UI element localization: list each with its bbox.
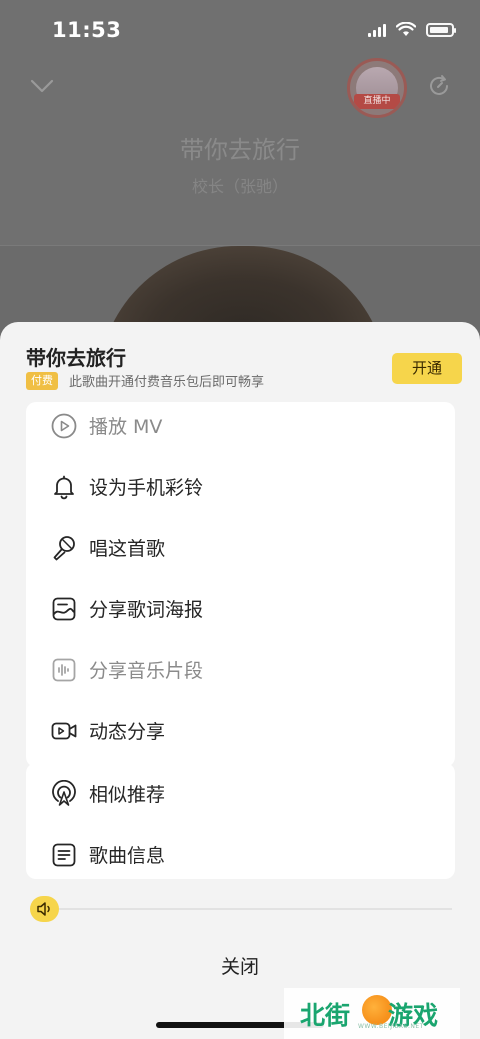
menu-item-similar-recommendations[interactable]: 相似推荐 <box>26 763 455 823</box>
menu-item-label: 动态分享 <box>89 721 166 743</box>
live-avatar[interactable]: 直播中 <box>347 58 407 118</box>
paid-description: 此歌曲开通付费音乐包后即可畅享 <box>69 375 265 390</box>
cellular-signal-icon <box>368 23 386 37</box>
menu-item-song-info[interactable]: 歌曲信息 <box>26 824 455 879</box>
waveform-icon <box>52 658 76 682</box>
live-badge: 直播中 <box>354 94 400 109</box>
menu-item-label: 分享音乐片段 <box>89 660 204 682</box>
watermark-url: WWW.BEIJIEXS.NET <box>358 1023 424 1030</box>
wifi-icon <box>396 22 416 36</box>
speaker-icon <box>37 902 50 916</box>
paid-badge: 付费 <box>26 372 58 390</box>
volume-track[interactable] <box>58 908 452 910</box>
menu-item-label: 分享歌词海报 <box>89 599 204 621</box>
volume-knob[interactable] <box>30 896 59 922</box>
menu-item-label: 唱这首歌 <box>89 538 166 560</box>
bell-icon <box>54 475 74 500</box>
menu-group-primary: 播放 MV 设为手机彩铃 唱这首歌 分享歌词海报 分享音乐片段 动态分享 <box>26 402 455 767</box>
watermark-logo: 北街 游戏 WWW.BEIJIEXS.NET <box>284 988 460 1039</box>
status-icons <box>368 22 456 37</box>
poster-icon <box>52 597 76 621</box>
menu-group-secondary: 相似推荐 歌曲信息 <box>26 763 455 879</box>
menu-item-label: 播放 MV <box>89 416 163 438</box>
refresh-icon[interactable] <box>426 73 452 99</box>
open-subscription-button[interactable]: 开通 <box>392 353 462 384</box>
microphone-icon <box>53 536 75 561</box>
document-lines-icon <box>52 843 76 867</box>
menu-item-share-music-clip[interactable]: 分享音乐片段 <box>26 639 455 699</box>
volume-slider[interactable] <box>30 896 452 922</box>
sheet-song-title: 带你去旅行 <box>26 346 126 370</box>
menu-item-set-ringtone[interactable]: 设为手机彩铃 <box>26 456 455 516</box>
status-time: 11:53 <box>52 18 122 42</box>
player-artist: 校长（张驰） <box>191 177 288 196</box>
play-circle-icon <box>51 413 77 439</box>
video-camera-icon <box>51 722 77 740</box>
player-song-title: 带你去旅行 <box>180 136 300 164</box>
close-button[interactable]: 关闭 <box>0 952 480 979</box>
menu-item-label: 歌曲信息 <box>89 845 166 867</box>
menu-item-label: 相似推荐 <box>89 784 166 806</box>
menu-item-dynamic-share[interactable]: 动态分享 <box>26 700 455 760</box>
status-bar: 11:53 <box>0 0 480 60</box>
battery-icon <box>426 22 456 37</box>
chevron-down-icon[interactable] <box>30 76 54 96</box>
radar-icon <box>52 780 76 806</box>
more-options-sheet: 带你去旅行 付费 此歌曲开通付费音乐包后即可畅享 开通 播放 MV 设为手机彩铃 <box>0 322 480 1039</box>
menu-item-sing-this-song[interactable]: 唱这首歌 <box>26 517 455 577</box>
menu-item-play-mv[interactable]: 播放 MV <box>26 402 455 455</box>
watermark-left-text: 北街 <box>300 1001 351 1030</box>
menu-item-label: 设为手机彩铃 <box>89 477 204 499</box>
menu-item-share-lyric-poster[interactable]: 分享歌词海报 <box>26 578 455 638</box>
